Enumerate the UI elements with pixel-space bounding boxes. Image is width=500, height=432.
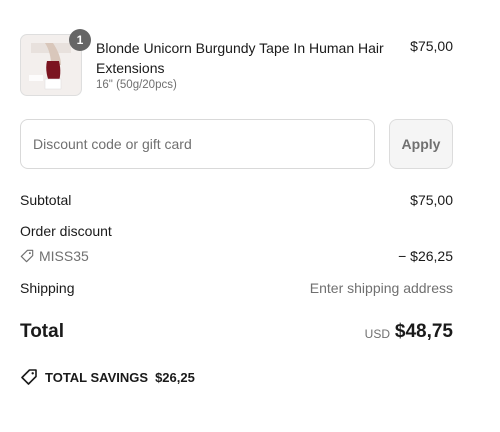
shipping-label: Shipping: [20, 280, 75, 296]
discount-code-tag: MISS35: [20, 248, 89, 264]
subtotal-label: Subtotal: [20, 192, 72, 208]
product-price: $75,00: [410, 38, 453, 54]
discount-value: − $26,25: [398, 248, 453, 264]
order-discount-row: Order discount: [20, 223, 453, 239]
subtotal-value: $75,00: [410, 192, 453, 208]
tag-icon: [20, 249, 34, 263]
discount-code-row: MISS35 − $26,25: [20, 248, 453, 266]
savings-tag-icon: [21, 369, 37, 385]
quantity-badge: 1: [69, 29, 91, 51]
savings-value: $26,25: [155, 369, 195, 385]
product-title: Blonde Unicorn Burgundy Tape In Human Ha…: [96, 40, 384, 76]
discount-code-input[interactable]: [20, 119, 375, 169]
savings-label: TOTAL SAVINGS: [45, 369, 149, 385]
discount-code-text: MISS35: [39, 248, 89, 264]
shipping-row: Shipping Enter shipping address: [20, 280, 453, 296]
order-discount-label: Order discount: [20, 223, 112, 239]
shipping-value: Enter shipping address: [309, 280, 453, 296]
total-savings: TOTAL SAVINGS $26,25: [20, 368, 195, 386]
product-thumbnail: 1: [20, 29, 91, 96]
product-variant: 16" (50g/20pcs): [96, 79, 177, 91]
line-item: 1 Blonde Unicorn Burgundy Tape In Human …: [20, 29, 453, 96]
total-value: $48,75: [394, 321, 453, 342]
apply-discount-button[interactable]: Apply: [389, 119, 453, 169]
subtotal-row: Subtotal $75,00: [20, 192, 453, 208]
total-currency: USD: [364, 327, 390, 341]
total-label: Total: [20, 321, 64, 342]
